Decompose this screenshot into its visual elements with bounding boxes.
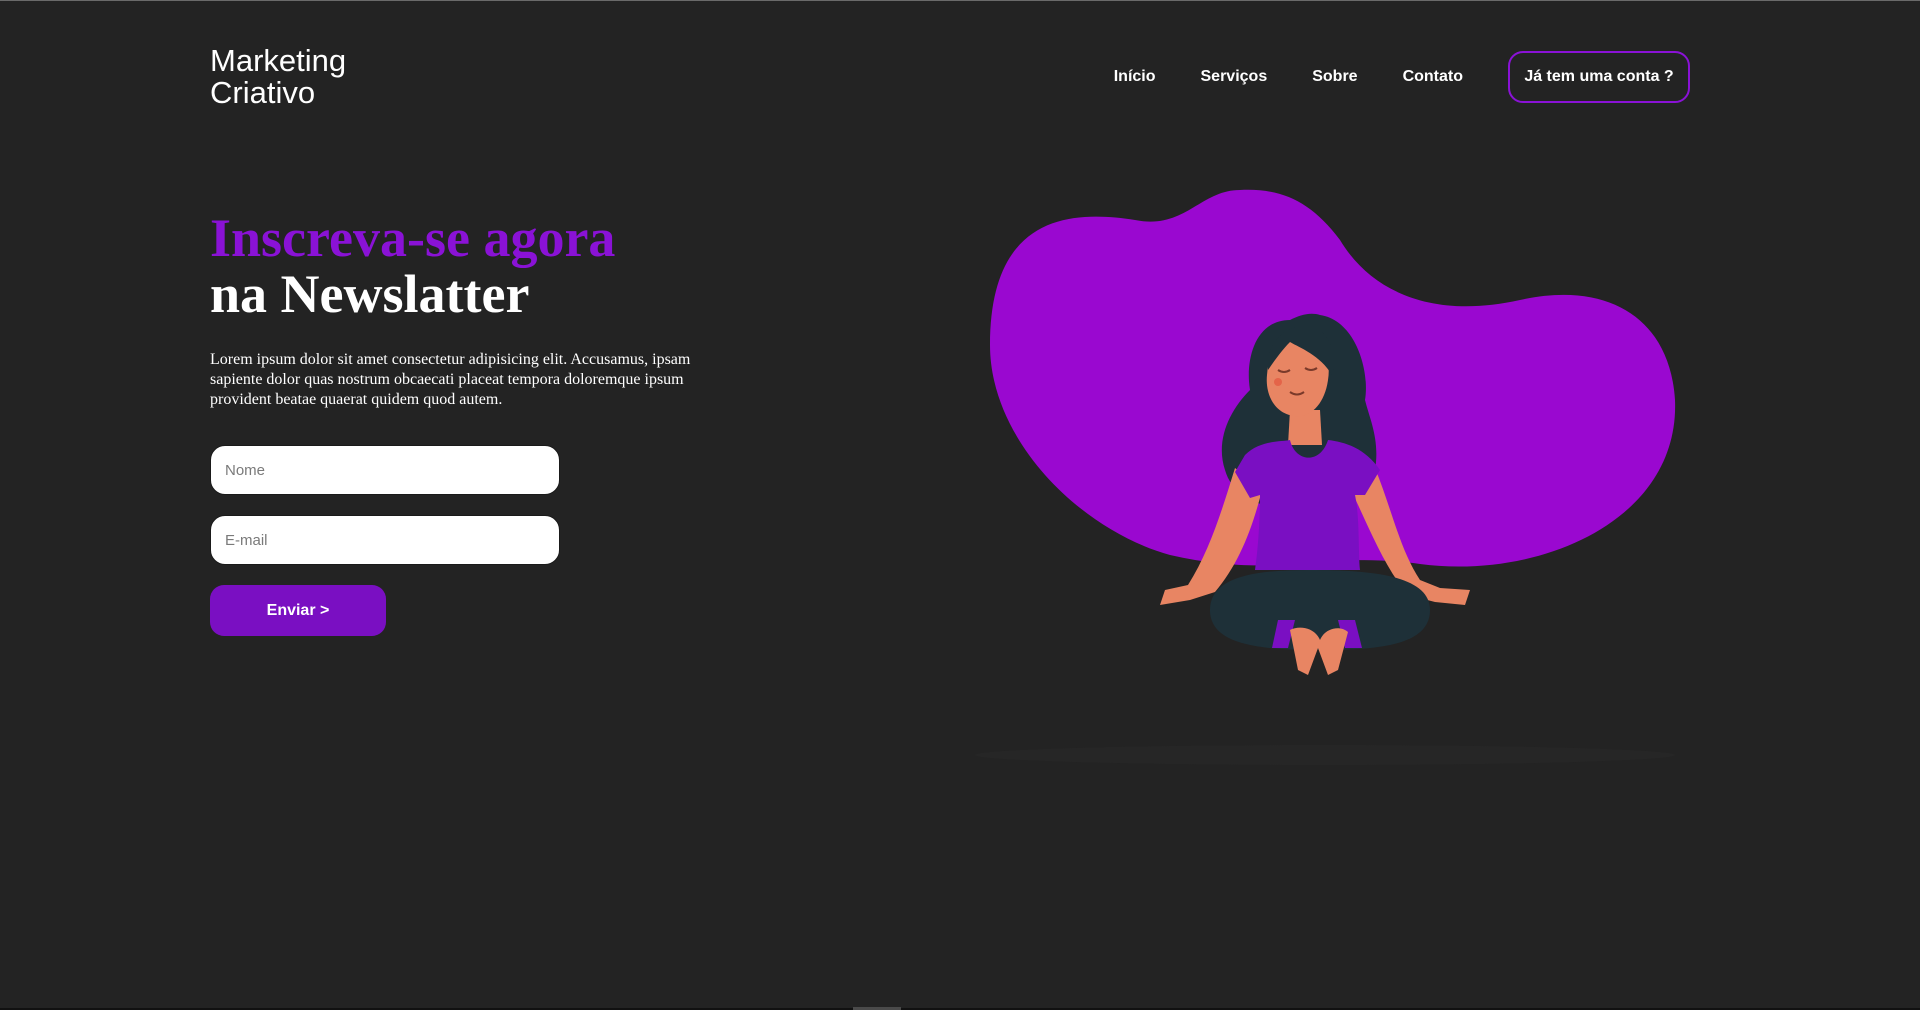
hero-description: Lorem ipsum dolor sit amet consectetur a… <box>210 351 691 408</box>
logo-line-1: Marketing <box>210 43 347 78</box>
legs <box>1210 570 1430 650</box>
name-input[interactable] <box>210 445 560 495</box>
logo[interactable]: Marketing Criativo <box>210 45 346 109</box>
window-top-border <box>0 0 1920 1</box>
email-input[interactable] <box>210 515 560 565</box>
cheek <box>1274 378 1282 386</box>
hero-title: Inscreva-se agora na Newslatter <box>210 210 615 322</box>
meditating-woman-illustration <box>975 189 1676 765</box>
floor-shadow <box>975 745 1675 765</box>
account-button[interactable]: Já tem uma conta ? <box>1508 51 1690 103</box>
main-nav: Início Serviços Sobre Contato Já tem uma… <box>1114 51 1690 103</box>
nav-link-servicos[interactable]: Serviços <box>1201 68 1268 86</box>
logo-line-2: Criativo <box>210 75 316 110</box>
hero-title-accent: Inscreva-se agora <box>210 208 616 268</box>
submit-button[interactable]: Enviar > <box>210 585 386 636</box>
nav-link-sobre[interactable]: Sobre <box>1312 68 1357 86</box>
nav-link-contato[interactable]: Contato <box>1403 68 1463 86</box>
nav-link-inicio[interactable]: Início <box>1114 68 1156 86</box>
hero-title-plain: na Newslatter <box>210 264 530 324</box>
